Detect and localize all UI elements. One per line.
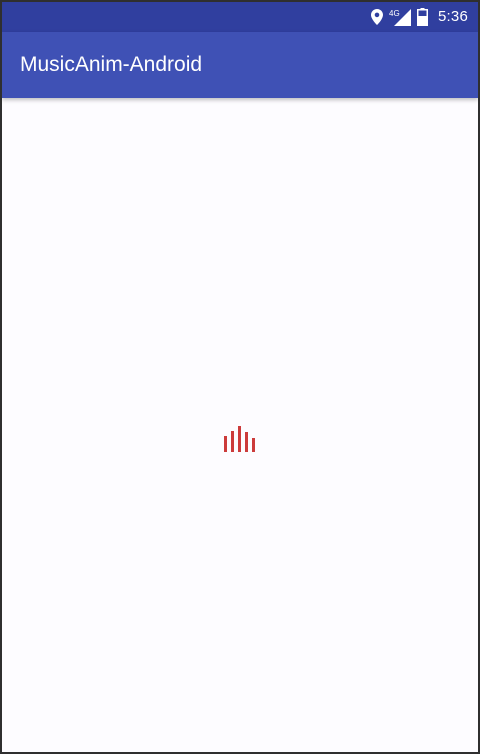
- music-bar: [252, 438, 255, 452]
- music-bar: [245, 432, 248, 452]
- music-bar: [238, 426, 241, 452]
- music-bars-icon: [224, 426, 255, 452]
- app-bar: MusicAnim-Android: [2, 32, 478, 98]
- signal-icon: 4G: [389, 9, 411, 26]
- status-icons: 4G 5:36: [371, 2, 468, 32]
- network-label: 4G: [389, 9, 400, 18]
- music-bar: [231, 431, 234, 452]
- battery-icon: [417, 8, 428, 26]
- device-screen: 4G 5:36 MusicAnim-Android: [2, 2, 478, 752]
- content-area: [2, 98, 478, 752]
- status-time: 5:36: [438, 8, 468, 25]
- app-title: MusicAnim-Android: [20, 53, 203, 76]
- status-bar: 4G 5:36: [2, 2, 478, 32]
- location-icon: [371, 9, 383, 25]
- music-bar: [224, 436, 227, 452]
